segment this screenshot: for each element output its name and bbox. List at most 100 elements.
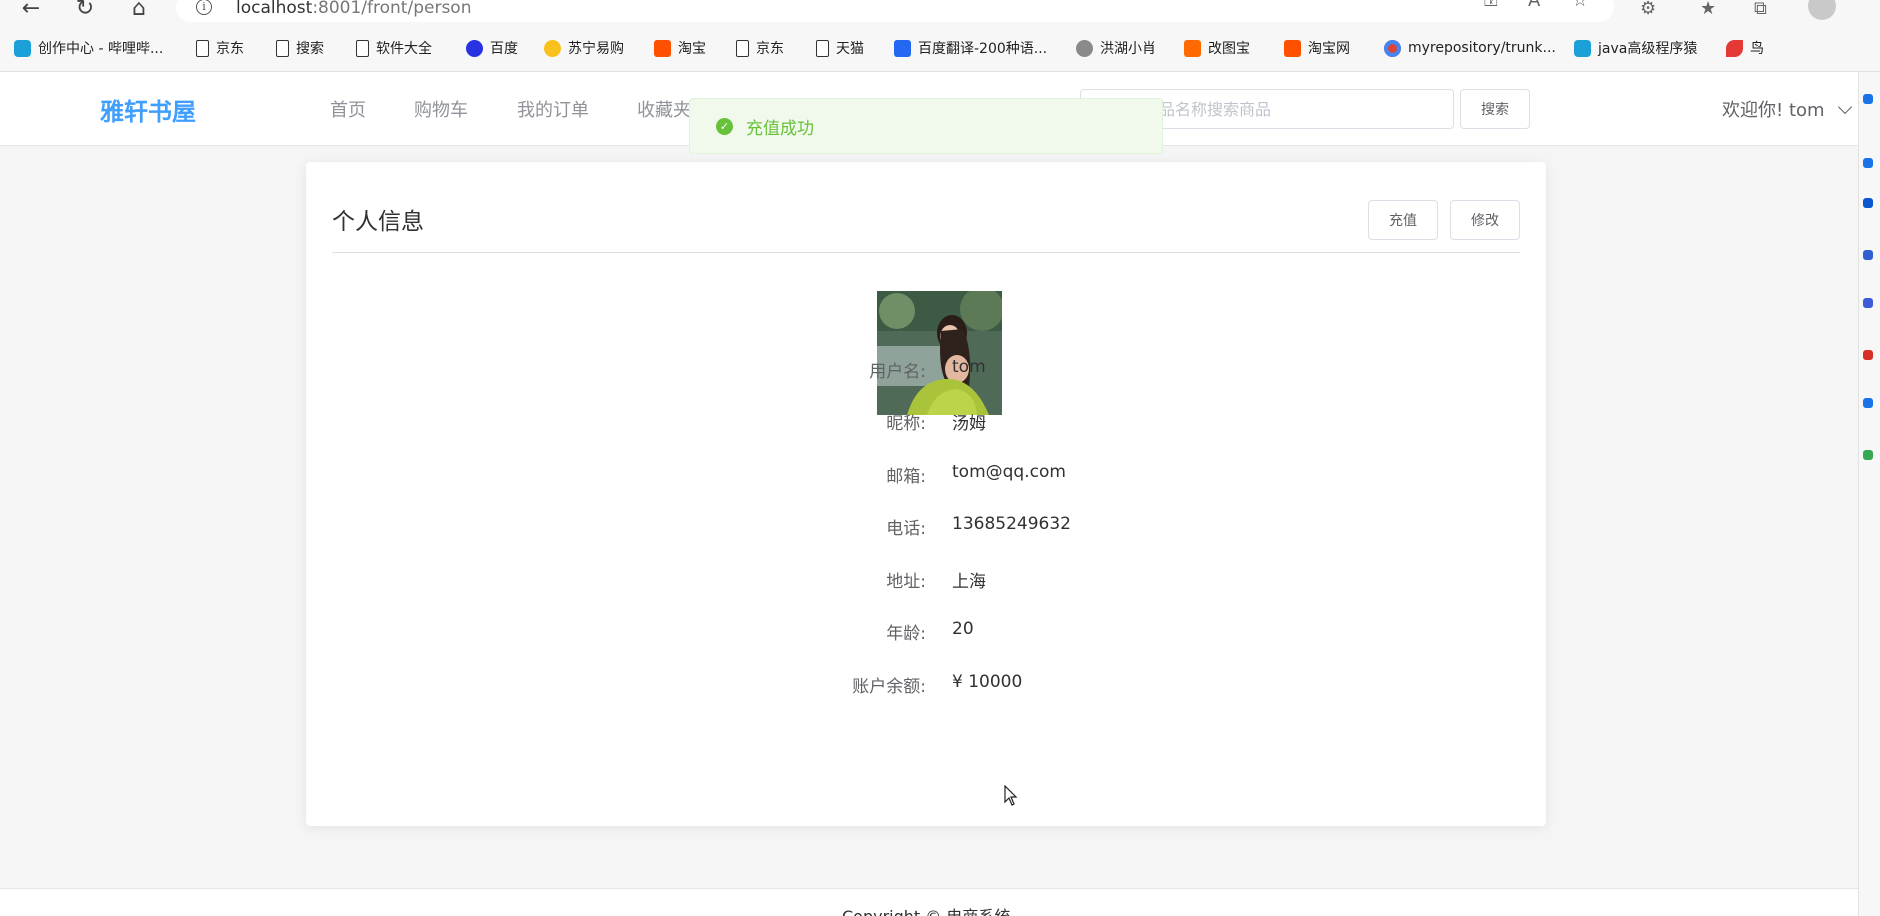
sidebar-games-icon[interactable] (1863, 250, 1873, 260)
favorites-icon[interactable]: ★ (1700, 0, 1716, 19)
bookmark-item[interactable]: 苏宁易购 (544, 38, 624, 58)
search-button[interactable]: 搜索 (1460, 89, 1530, 129)
site-info-icon[interactable]: i (196, 0, 212, 15)
info-label: 电话: (886, 519, 926, 539)
translate-icon (894, 39, 911, 57)
profile-row-age: 年龄: 20 (306, 619, 1546, 645)
success-toast: ✓ 充值成功 (689, 98, 1163, 154)
bilibili-icon (14, 39, 31, 57)
bookmark-item[interactable]: 淘宝网 (1284, 38, 1350, 58)
info-value: 上海 (952, 572, 986, 592)
sidebar-search-icon[interactable] (1863, 94, 1873, 104)
info-label: 账户余额: (852, 677, 926, 697)
info-label: 昵称: (886, 414, 926, 434)
page-icon (356, 39, 369, 57)
toast-message: 充值成功 (746, 119, 814, 139)
avatar-image (877, 291, 1002, 415)
info-label: 用户名: (869, 362, 926, 382)
sidebar-outlook-icon[interactable] (1863, 398, 1873, 408)
bookmark-item[interactable]: 淘宝 (654, 38, 706, 58)
info-value: 20 (952, 619, 974, 639)
taobao-icon (654, 39, 671, 57)
chevron-down-icon (1838, 99, 1853, 115)
info-label: 邮箱: (886, 467, 926, 487)
bookmark-item[interactable]: 创作中心 - 哔哩哔... (14, 38, 163, 58)
info-value: 13685249632 (952, 514, 1071, 534)
bookmark-item[interactable]: 京东 (196, 38, 244, 58)
bookmark-item[interactable]: 百度 (466, 38, 518, 58)
nav-favorites[interactable]: 收藏夹 (637, 96, 691, 122)
browser-profile-icon[interactable] (1808, 0, 1836, 20)
bilibili-icon (1574, 39, 1591, 57)
bird-icon (1726, 39, 1743, 57)
info-label: 地址: (886, 572, 926, 592)
chrome-icon (1384, 39, 1401, 57)
info-value: tom (952, 357, 986, 377)
bookmark-item[interactable]: 改图宝 (1184, 38, 1250, 58)
sidebar-office-icon[interactable] (1863, 350, 1873, 360)
suning-icon (544, 39, 561, 57)
site-logo[interactable]: 雅轩书屋 (100, 92, 196, 127)
sidebar-tools-icon[interactable] (1863, 198, 1873, 208)
welcome-text: 欢迎你! (1722, 100, 1784, 121)
bookmark-item[interactable]: 百度翻译-200种语... (894, 38, 1047, 58)
nav-home[interactable]: 首页 (330, 96, 366, 122)
taobao-icon (1284, 39, 1301, 57)
sidebar-people-icon[interactable] (1863, 298, 1873, 308)
refresh-icon[interactable]: ↻ (70, 0, 100, 21)
key-icon[interactable]: ⚿ (1484, 0, 1498, 11)
home-icon[interactable]: ⌂ (124, 0, 154, 21)
back-arrow-icon[interactable]: ← (16, 0, 46, 21)
bookmarks-bar: 创作中心 - 哔哩哔... 京东 搜索 软件大全 百度 苏宁易购 淘宝 京东 天… (0, 22, 1880, 72)
address-bar[interactable]: i localhost:8001/front/person ⚿ A ☆ (176, 0, 1614, 22)
user-menu[interactable]: 欢迎你! tom (1722, 96, 1853, 122)
sidebar-shopping-icon[interactable] (1863, 158, 1873, 168)
sidebar-app-icon[interactable] (1863, 450, 1873, 460)
hong-icon (1076, 39, 1093, 57)
collections-icon[interactable]: ⧉ (1754, 0, 1767, 19)
username: tom (1788, 100, 1825, 121)
mouse-cursor-icon (1004, 785, 1018, 806)
bookmark-item[interactable]: 京东 (736, 38, 784, 58)
profile-card: 个人信息 充值 修改 用户名: tom 昵称: 汤姆 邮箱: tom@qq.co… (306, 162, 1546, 826)
bookmark-item[interactable]: 软件大全 (356, 38, 432, 58)
nav-orders[interactable]: 我的订单 (517, 96, 589, 122)
bookmark-item[interactable]: 天猫 (816, 38, 864, 58)
check-circle-icon: ✓ (716, 118, 733, 135)
profile-row-nickname: 昵称: 汤姆 (306, 409, 1546, 435)
bookmark-item[interactable]: 搜索 (276, 38, 324, 58)
page-icon (276, 39, 289, 57)
card-title: 个人信息 (332, 209, 424, 235)
bookmark-item[interactable]: 洪湖小肖 (1076, 38, 1156, 58)
extensions-icon[interactable]: ⚙ (1640, 0, 1656, 19)
site-footer: Copyright © 电商系统 (0, 888, 1858, 916)
gaitu-icon (1184, 39, 1201, 57)
browser-sidebar (1858, 72, 1880, 916)
bookmark-item[interactable]: java高级程序猿 (1574, 38, 1697, 58)
info-value: 汤姆 (952, 414, 986, 434)
read-aloud-icon[interactable]: A (1528, 0, 1540, 11)
info-label: 年龄: (886, 624, 926, 644)
profile-row-phone: 电话: 13685249632 (306, 514, 1546, 540)
profile-row-email: 邮箱: tom@qq.com (306, 462, 1546, 488)
page-icon (816, 39, 829, 57)
page-icon (736, 39, 749, 57)
bookmark-item[interactable]: myrepository/trunk... (1384, 38, 1556, 58)
url-text[interactable]: localhost:8001/front/person (236, 0, 471, 18)
recharge-button[interactable]: 充值 (1368, 200, 1438, 240)
profile-row-address: 地址: 上海 (306, 567, 1546, 593)
copyright-text: Copyright © 电商系统 (842, 903, 1010, 916)
avatar (877, 291, 1002, 415)
browser-toolbar: ← ↻ ⌂ i localhost:8001/front/person ⚿ A … (0, 0, 1880, 22)
profile-row-balance: 账户余额: ¥ 10000 (306, 672, 1546, 698)
edit-button[interactable]: 修改 (1450, 200, 1520, 240)
add-favorite-icon[interactable]: ☆ (1572, 0, 1588, 11)
profile-row-username: 用户名: tom (306, 357, 1546, 383)
bookmark-item[interactable]: 鸟 (1726, 38, 1764, 58)
card-divider (332, 252, 1520, 253)
page-icon (196, 39, 209, 57)
baidu-icon (466, 39, 483, 57)
nav-cart[interactable]: 购物车 (414, 96, 468, 122)
info-value: tom@qq.com (952, 462, 1066, 482)
info-value: ¥ 10000 (952, 672, 1023, 692)
